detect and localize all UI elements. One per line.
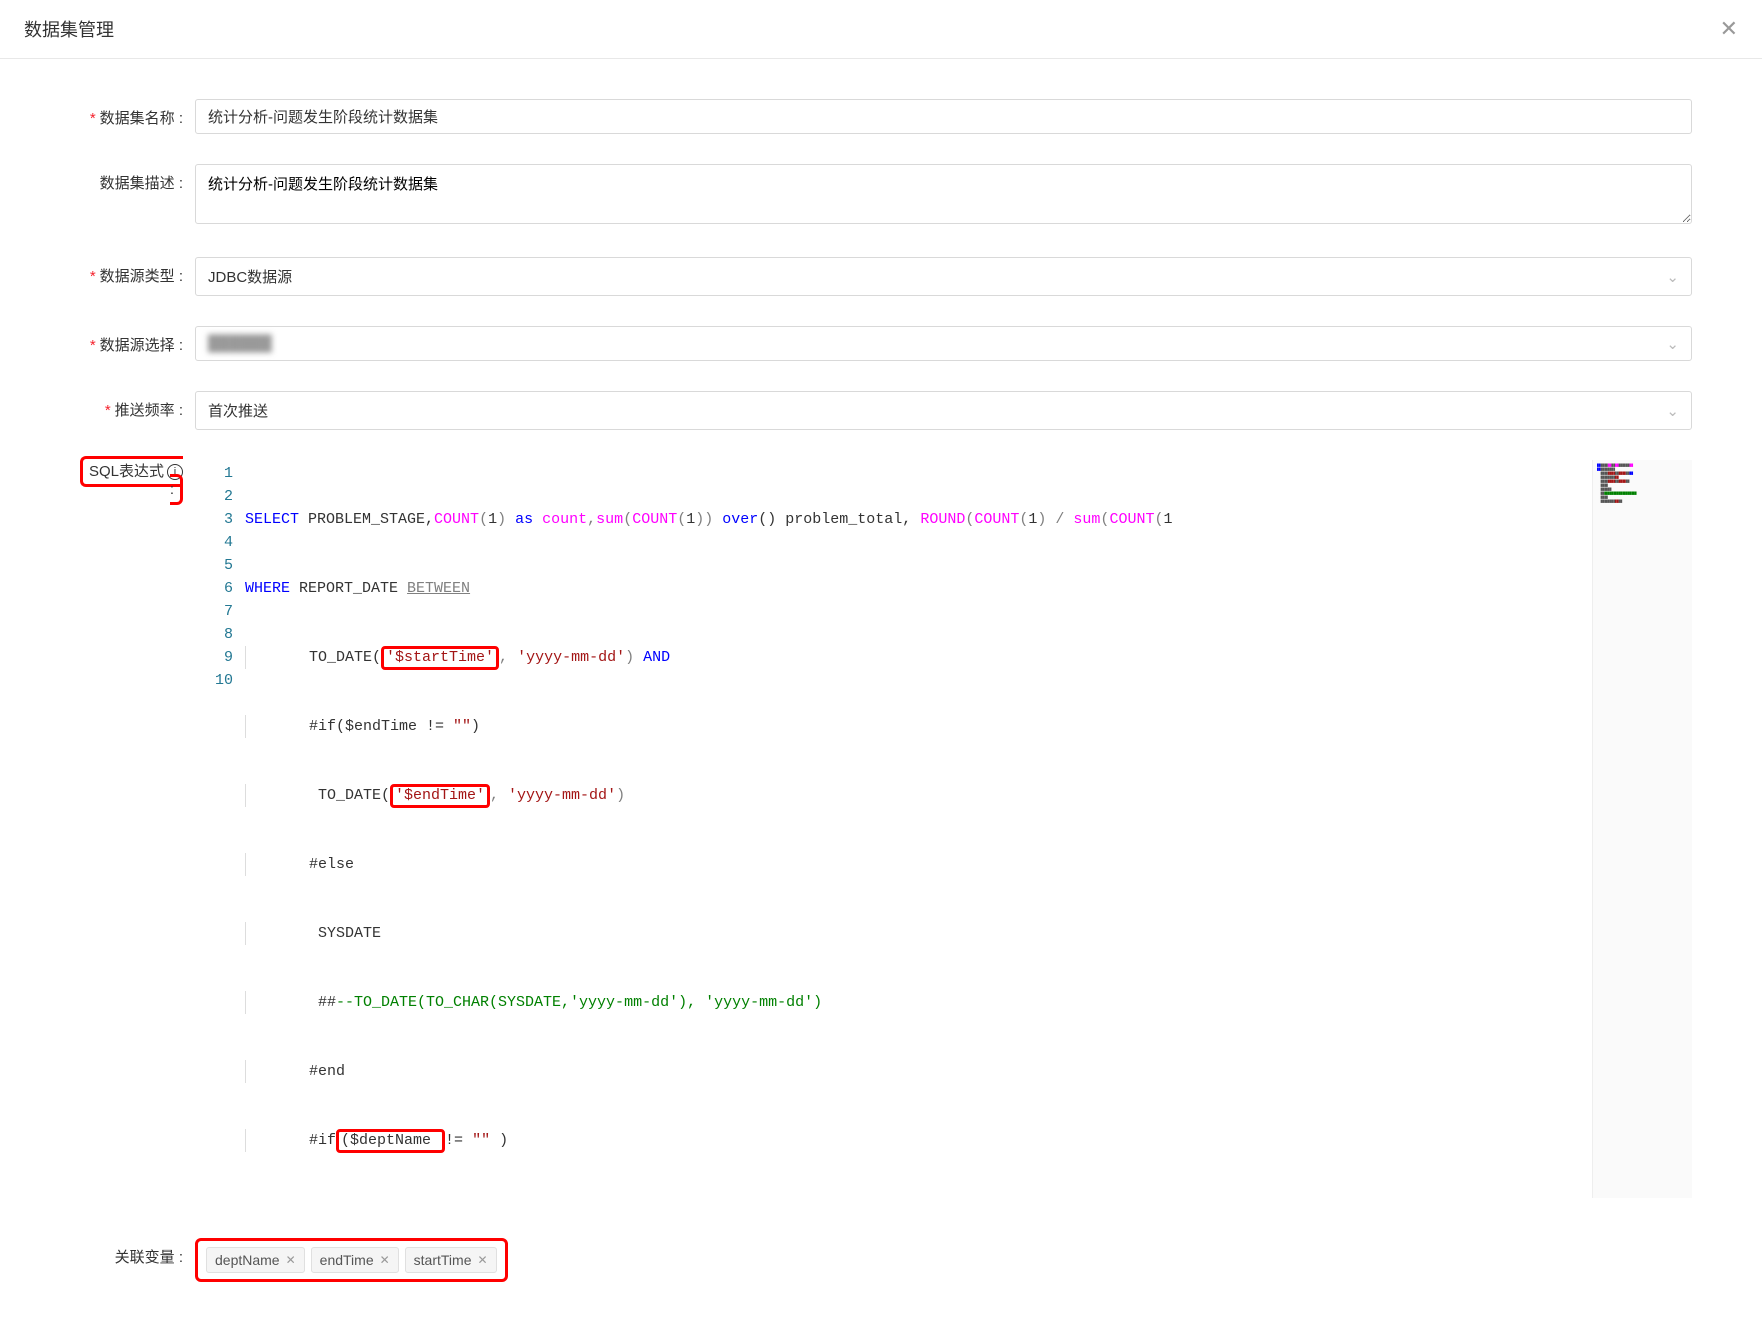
label-desc: 数据集描述 : (70, 164, 195, 193)
chevron-down-icon: ⌄ (1666, 268, 1679, 286)
select-push-freq-value: 首次推送 (208, 403, 268, 420)
dataset-modal: 数据集管理 ✕ 数据集名称 : 数据集描述 : 统计分析-问题发生阶段统计数据集… (0, 0, 1762, 1342)
close-icon[interactable]: ✕ (286, 1253, 296, 1267)
row-link-var: 关联变量 : deptName✕ endTime✕ startTime✕ (70, 1238, 1692, 1282)
row-source-select: 数据源选择 : ██████ ⌄ (70, 326, 1692, 361)
info-icon[interactable]: i (167, 464, 183, 480)
label-source-type: 数据源类型 : (70, 257, 195, 286)
textarea-desc[interactable]: 统计分析-问题发生阶段统计数据集 (195, 164, 1692, 224)
tags-highlight: deptName✕ endTime✕ startTime✕ (195, 1238, 508, 1282)
input-name[interactable] (195, 99, 1692, 134)
row-push-freq: 推送频率 : 首次推送 ⌄ (70, 391, 1692, 430)
editor-minimap[interactable]: ████████████████████ ██████████ ████████… (1592, 460, 1692, 1198)
label-push-freq: 推送频率 : (70, 391, 195, 420)
select-source-value: ██████ (208, 335, 272, 352)
tag-endtime[interactable]: endTime✕ (311, 1247, 399, 1273)
sql-editor[interactable]: 1 2 3 4 5 6 7 8 9 10 SELECT PROBLEM_STAG… (195, 460, 1692, 1198)
label-source-select: 数据源选择 : (70, 326, 195, 355)
chevron-down-icon: ⌄ (1666, 402, 1679, 420)
chevron-down-icon: ⌄ (1666, 335, 1679, 353)
close-icon[interactable]: ✕ (380, 1253, 390, 1267)
tag-deptname[interactable]: deptName✕ (206, 1247, 305, 1273)
modal-header: 数据集管理 ✕ (0, 0, 1762, 59)
select-source-type[interactable]: JDBC数据源 ⌄ (195, 257, 1692, 296)
row-desc: 数据集描述 : 统计分析-问题发生阶段统计数据集 (70, 164, 1692, 227)
form-body: 数据集名称 : 数据集描述 : 统计分析-问题发生阶段统计数据集 数据源类型 :… (0, 59, 1762, 1342)
select-push-freq[interactable]: 首次推送 ⌄ (195, 391, 1692, 430)
label-sql-highlight: SQL表达式i : (80, 456, 183, 505)
row-name: 数据集名称 : (70, 99, 1692, 134)
close-icon[interactable]: ✕ (1720, 16, 1738, 42)
label-name: 数据集名称 : (70, 99, 195, 128)
row-source-type: 数据源类型 : JDBC数据源 ⌄ (70, 257, 1692, 296)
label-sql: SQL表达式 (89, 463, 164, 480)
modal-title: 数据集管理 (24, 16, 114, 42)
close-icon[interactable]: ✕ (478, 1253, 488, 1267)
label-link-var: 关联变量 : (70, 1238, 195, 1267)
tag-starttime[interactable]: startTime✕ (405, 1247, 497, 1273)
editor-content[interactable]: SELECT PROBLEM_STAGE,COUNT(1) as count,s… (245, 460, 1592, 1198)
select-source[interactable]: ██████ ⌄ (195, 326, 1692, 361)
select-source-type-value: JDBC数据源 (208, 269, 292, 286)
row-sql: SQL表达式i : 1 2 3 4 5 6 7 8 9 10 (70, 460, 1692, 1198)
editor-gutter: 1 2 3 4 5 6 7 8 9 10 (195, 460, 245, 1198)
